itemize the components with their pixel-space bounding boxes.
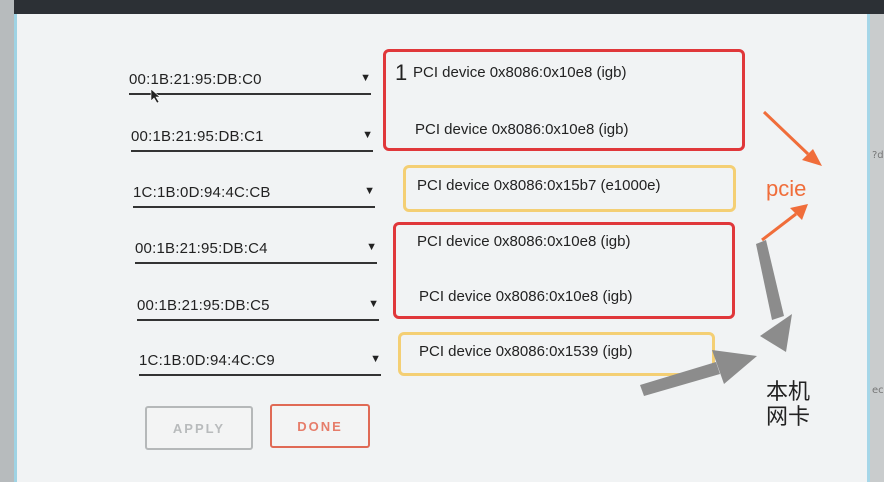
gray-arrow-left	[640, 350, 757, 396]
orange-arrow-bottom	[761, 204, 808, 242]
annotation-arrows	[150, 88, 822, 396]
gray-arrow-right	[756, 240, 792, 352]
orange-arrow-top	[762, 110, 822, 166]
mouse-pointer-icon	[150, 88, 161, 104]
